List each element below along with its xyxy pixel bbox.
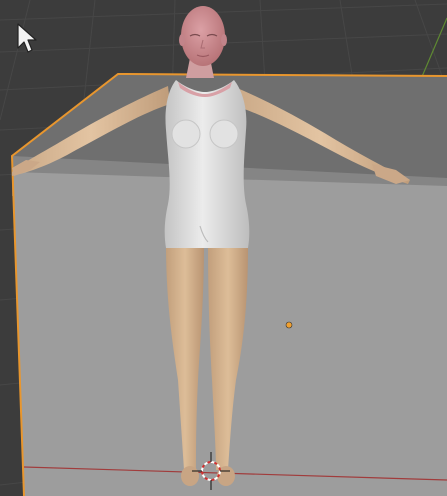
3d-viewport[interactable]: [0, 0, 447, 496]
chest-left: [171, 119, 201, 149]
chest-right: [209, 119, 239, 149]
left-foot: [181, 466, 199, 486]
mouse-pointer-icon: [17, 23, 37, 53]
torso-suit: [164, 80, 250, 248]
right-ear: [221, 34, 227, 46]
object-origin-icon[interactable]: [285, 321, 293, 329]
left-ear: [179, 34, 185, 46]
